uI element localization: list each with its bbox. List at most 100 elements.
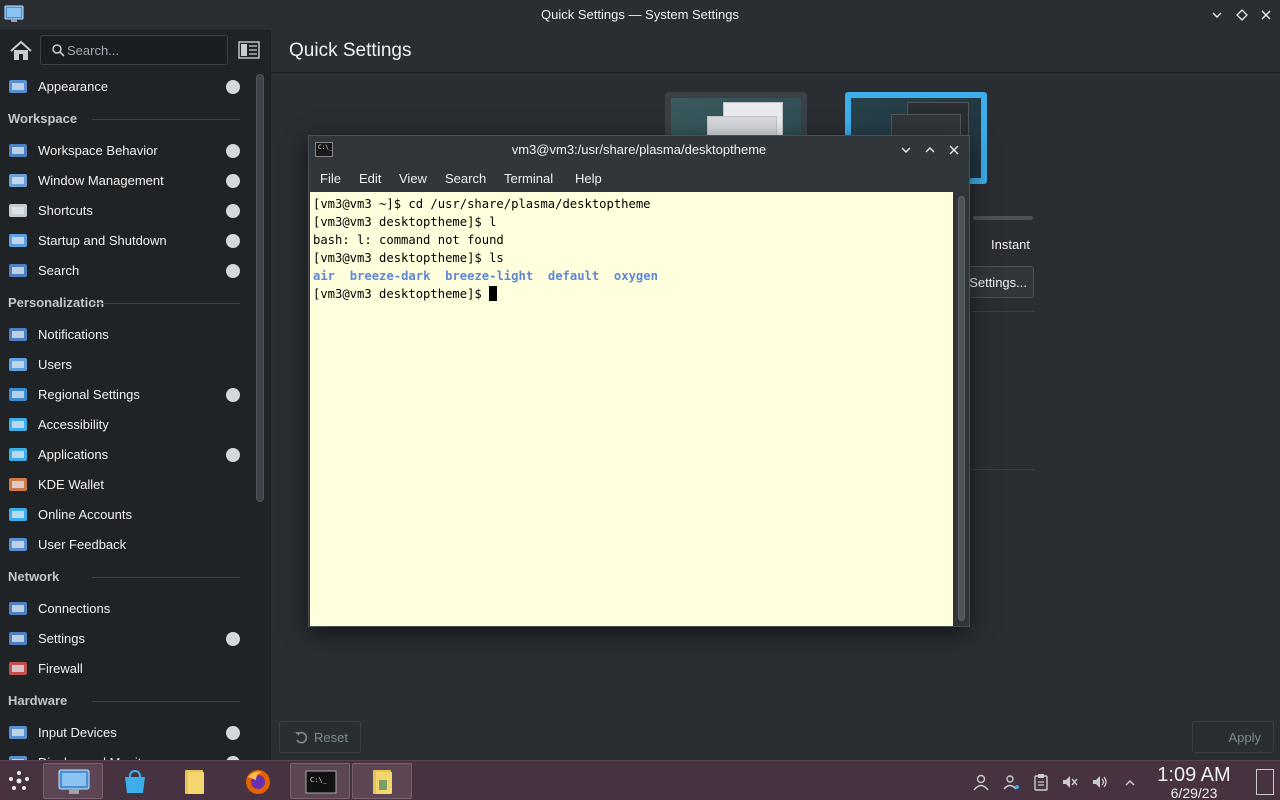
- user-icon[interactable]: [972, 773, 990, 791]
- search-input[interactable]: [67, 40, 222, 60]
- terminal-output[interactable]: [vm3@vm3 ~]$ cd /usr/share/plasma/deskto…: [310, 192, 953, 626]
- sidebar-item-applications[interactable]: Applications: [0, 440, 256, 470]
- konsole-maximize-button[interactable]: [921, 140, 939, 160]
- clock-time[interactable]: 1:09 AM: [1148, 764, 1240, 787]
- menu-view[interactable]: View: [399, 171, 427, 186]
- konsole-window[interactable]: C:\_ vm3@vm3:/usr/share/plasma/desktopth…: [308, 135, 970, 627]
- sidebar-scrollbar[interactable]: [256, 74, 264, 502]
- sidebar-item-window-management[interactable]: Window Management: [0, 166, 256, 196]
- sidebar-item-online-accounts[interactable]: Online Accounts: [0, 500, 256, 530]
- sidebar-item-input-devices[interactable]: Input Devices: [0, 718, 256, 748]
- maximize-button[interactable]: [1232, 5, 1252, 25]
- menu-file[interactable]: File: [320, 171, 341, 186]
- sidebar-item-regional-settings[interactable]: Regional Settings: [0, 380, 256, 410]
- close-icon: [1261, 10, 1271, 20]
- home-icon[interactable]: [8, 38, 34, 64]
- kde-wallet-icon: [8, 476, 28, 494]
- connections-icon: [8, 600, 28, 618]
- taskbar-konsole[interactable]: C:\_: [290, 763, 350, 799]
- sidebar-item-accessibility[interactable]: Accessibility: [0, 410, 256, 440]
- section-divider: [92, 303, 240, 304]
- clipboard-icon[interactable]: [1032, 773, 1050, 791]
- taskbar-folder-window[interactable]: [352, 763, 412, 799]
- sidebar-item-settings[interactable]: Settings: [0, 624, 256, 654]
- audio-muted-icon[interactable]: [1061, 773, 1079, 791]
- sidebar-item-label: Window Management: [38, 173, 164, 188]
- sidebar-item-users[interactable]: Users: [0, 350, 256, 380]
- user-switch-icon[interactable]: [1002, 773, 1020, 791]
- sidebar-item-label: Accessibility: [38, 417, 109, 432]
- sidebar-item-label: Users: [38, 357, 72, 372]
- reset-button[interactable]: Reset: [279, 721, 361, 753]
- terminal-cursor: [489, 286, 498, 301]
- minimize-button[interactable]: [1207, 5, 1227, 25]
- terminal-icon: C:\_: [305, 770, 337, 794]
- section-divider: [92, 119, 240, 120]
- sidebar-item-firewall[interactable]: Firewall: [0, 654, 256, 684]
- menu-help[interactable]: Help: [575, 171, 602, 186]
- system-settings-icon: [58, 769, 90, 794]
- sidebar-item-label: Connections: [38, 601, 111, 616]
- apply-button[interactable]: Apply: [1192, 721, 1274, 753]
- window-titlebar: Quick Settings — System Settings: [0, 0, 1280, 30]
- section-divider: [971, 469, 1035, 470]
- tray-expand-icon[interactable]: [1121, 774, 1139, 792]
- chevron-down-icon: [1212, 12, 1222, 18]
- sidebar-item-kde-wallet[interactable]: KDE Wallet: [0, 470, 256, 500]
- ls-dir-entry: breeze-light: [445, 269, 534, 283]
- app-launcher-icon[interactable]: [8, 770, 30, 792]
- sidebar-toolbar: [0, 30, 270, 72]
- terminal-scrollbar[interactable]: [958, 196, 965, 621]
- sidebar-item-label: Online Accounts: [38, 507, 132, 522]
- menu-search[interactable]: Search: [445, 171, 486, 186]
- sidebar-item-label: Notifications: [38, 327, 109, 342]
- clock-date[interactable]: 6/29/23: [1148, 785, 1240, 800]
- sidebar-section-header: Network: [0, 560, 256, 594]
- diamond-icon: [1236, 9, 1248, 21]
- show-desktop-button[interactable]: [1256, 769, 1274, 795]
- taskbar-system-settings[interactable]: [43, 763, 103, 799]
- sidebar-item-notifications[interactable]: Notifications: [0, 320, 256, 350]
- menu-terminal[interactable]: Terminal: [504, 171, 553, 186]
- changed-indicator-dot: [226, 632, 240, 646]
- sidebar-item-connections[interactable]: Connections: [0, 594, 256, 624]
- konsole-minimize-button[interactable]: [897, 140, 915, 160]
- taskbar-firefox[interactable]: [229, 763, 289, 799]
- menu-edit[interactable]: Edit: [359, 171, 381, 186]
- close-button[interactable]: [1256, 5, 1276, 25]
- animation-speed-slider[interactable]: [973, 216, 1033, 220]
- folder-icon: [185, 770, 204, 794]
- sidebar-item-label: Shortcuts: [38, 203, 93, 218]
- search-field[interactable]: [40, 35, 228, 65]
- volume-icon[interactable]: [1091, 773, 1109, 791]
- taskbar-discover[interactable]: [105, 763, 165, 799]
- changed-indicator-dot: [226, 144, 240, 158]
- sidebar-item-label: Input Devices: [38, 725, 117, 740]
- section-divider: [92, 577, 240, 578]
- terminal-prompt-line: [vm3@vm3 desktoptheme]$: [313, 285, 953, 303]
- sidebar-item-label: Appearance: [38, 79, 109, 94]
- taskbar-file-manager[interactable]: [165, 763, 225, 799]
- ls-dir-entry: default: [547, 269, 600, 283]
- chevron-down-icon: [901, 147, 911, 153]
- sidebar-item-search[interactable]: Search: [0, 256, 256, 286]
- sidebar-item-display-and-monitor[interactable]: Display and Monitor: [0, 748, 256, 760]
- section-label: Personalization: [8, 295, 105, 310]
- hamburger-menu-icon[interactable]: [238, 40, 260, 60]
- sidebar-item-appearance[interactable]: Appearance: [0, 72, 256, 102]
- konsole-titlebar[interactable]: C:\_ vm3@vm3:/usr/share/plasma/desktopth…: [309, 136, 969, 164]
- sidebar-item-user-feedback[interactable]: User Feedback: [0, 530, 256, 560]
- konsole-close-button[interactable]: [945, 140, 963, 160]
- sidebar-item-shortcuts[interactable]: Shortcuts: [0, 196, 256, 226]
- konsole-title: vm3@vm3:/usr/share/plasma/desktoptheme: [511, 142, 767, 157]
- online-accounts-icon: [8, 506, 28, 524]
- sidebar-item-startup-and-shutdown[interactable]: Startup and Shutdown: [0, 226, 256, 256]
- shortcuts-icon: [8, 202, 28, 220]
- network-settings-icon: [8, 630, 28, 648]
- taskbar: C:\_ 1:09 AM 6/29/23: [0, 760, 1280, 800]
- sidebar-section-header: Hardware: [0, 684, 256, 718]
- ls-output-line: air breeze-dark breeze-light default oxy…: [313, 267, 953, 285]
- sidebar-item-workspace-behavior[interactable]: Workspace Behavior: [0, 136, 256, 166]
- search-icon: [52, 44, 65, 57]
- instant-label: Instant: [991, 237, 1031, 252]
